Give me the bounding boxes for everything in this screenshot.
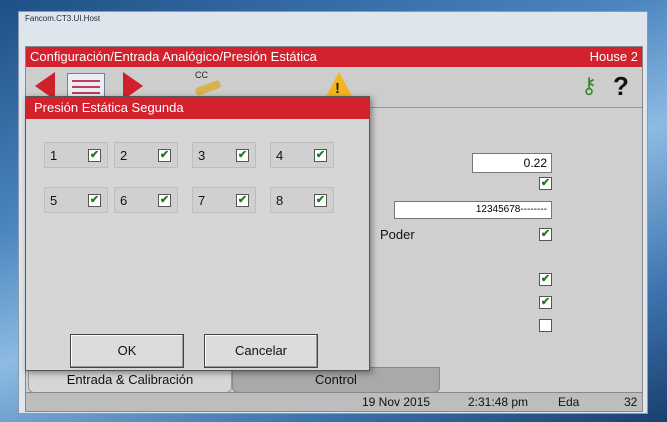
checkbox-1[interactable]: ✔ [539, 177, 552, 190]
keys-button[interactable]: ⚷ [574, 71, 604, 101]
checkbox-3[interactable]: ✔ [539, 273, 552, 286]
ok-button[interactable]: OK [70, 334, 184, 368]
list-item: 3 ✔ [192, 142, 256, 168]
item-checkbox[interactable]: ✔ [88, 194, 101, 207]
list-item: 5 ✔ [44, 187, 108, 213]
item-checkbox[interactable]: ✔ [158, 149, 171, 162]
list-item: 8 ✔ [270, 187, 334, 213]
status-count: 32 [624, 395, 638, 409]
item-checkbox[interactable]: ✔ [158, 194, 171, 207]
item-checkbox[interactable]: ✔ [236, 194, 249, 207]
list-item: 4 ✔ [270, 142, 334, 168]
item-checkbox[interactable]: ✔ [236, 149, 249, 162]
serial-field[interactable]: 12345678-------- [394, 201, 552, 219]
status-date: 19 Nov 2015 [362, 395, 431, 409]
list-item: 2 ✔ [114, 142, 178, 168]
list-item: 1 ✔ [44, 142, 108, 168]
help-icon: ? [613, 71, 629, 101]
header-bar: Configuración/Entrada Analógico/Presión … [26, 47, 642, 67]
dialog-title: Presión Estática Segunda [26, 97, 369, 119]
list-item: 7 ✔ [192, 187, 256, 213]
keys-icon: ⚷ [580, 73, 598, 98]
value-field[interactable]: 0.22 [472, 153, 552, 173]
breadcrumb: Configuración/Entrada Analógico/Presión … [30, 49, 317, 64]
cancel-button[interactable]: Cancelar [204, 334, 318, 368]
status-time: 2:31:48 pm [468, 395, 529, 409]
item-checkbox[interactable]: ✔ [314, 194, 327, 207]
status-bar: 19 Nov 2015 2:31:48 pm Eda 32 [26, 392, 642, 411]
item-checkbox[interactable]: ✔ [88, 149, 101, 162]
house-label: House 2 [589, 49, 638, 64]
checkbox-poder[interactable]: ✔ [539, 228, 552, 241]
poder-label: Poder [380, 227, 415, 242]
presion-estatica-dialog: Presión Estática Segunda 1 ✔ 2 ✔ 3 ✔ 4 ✔… [25, 96, 370, 371]
status-user: Eda [558, 395, 580, 409]
checkbox-4[interactable]: ✔ [539, 296, 552, 309]
help-button[interactable]: ? [606, 71, 636, 101]
checkbox-5[interactable] [539, 319, 552, 332]
window-title: Fancom.CT3.UI.Host [25, 14, 101, 23]
list-item: 6 ✔ [114, 187, 178, 213]
item-checkbox[interactable]: ✔ [314, 149, 327, 162]
